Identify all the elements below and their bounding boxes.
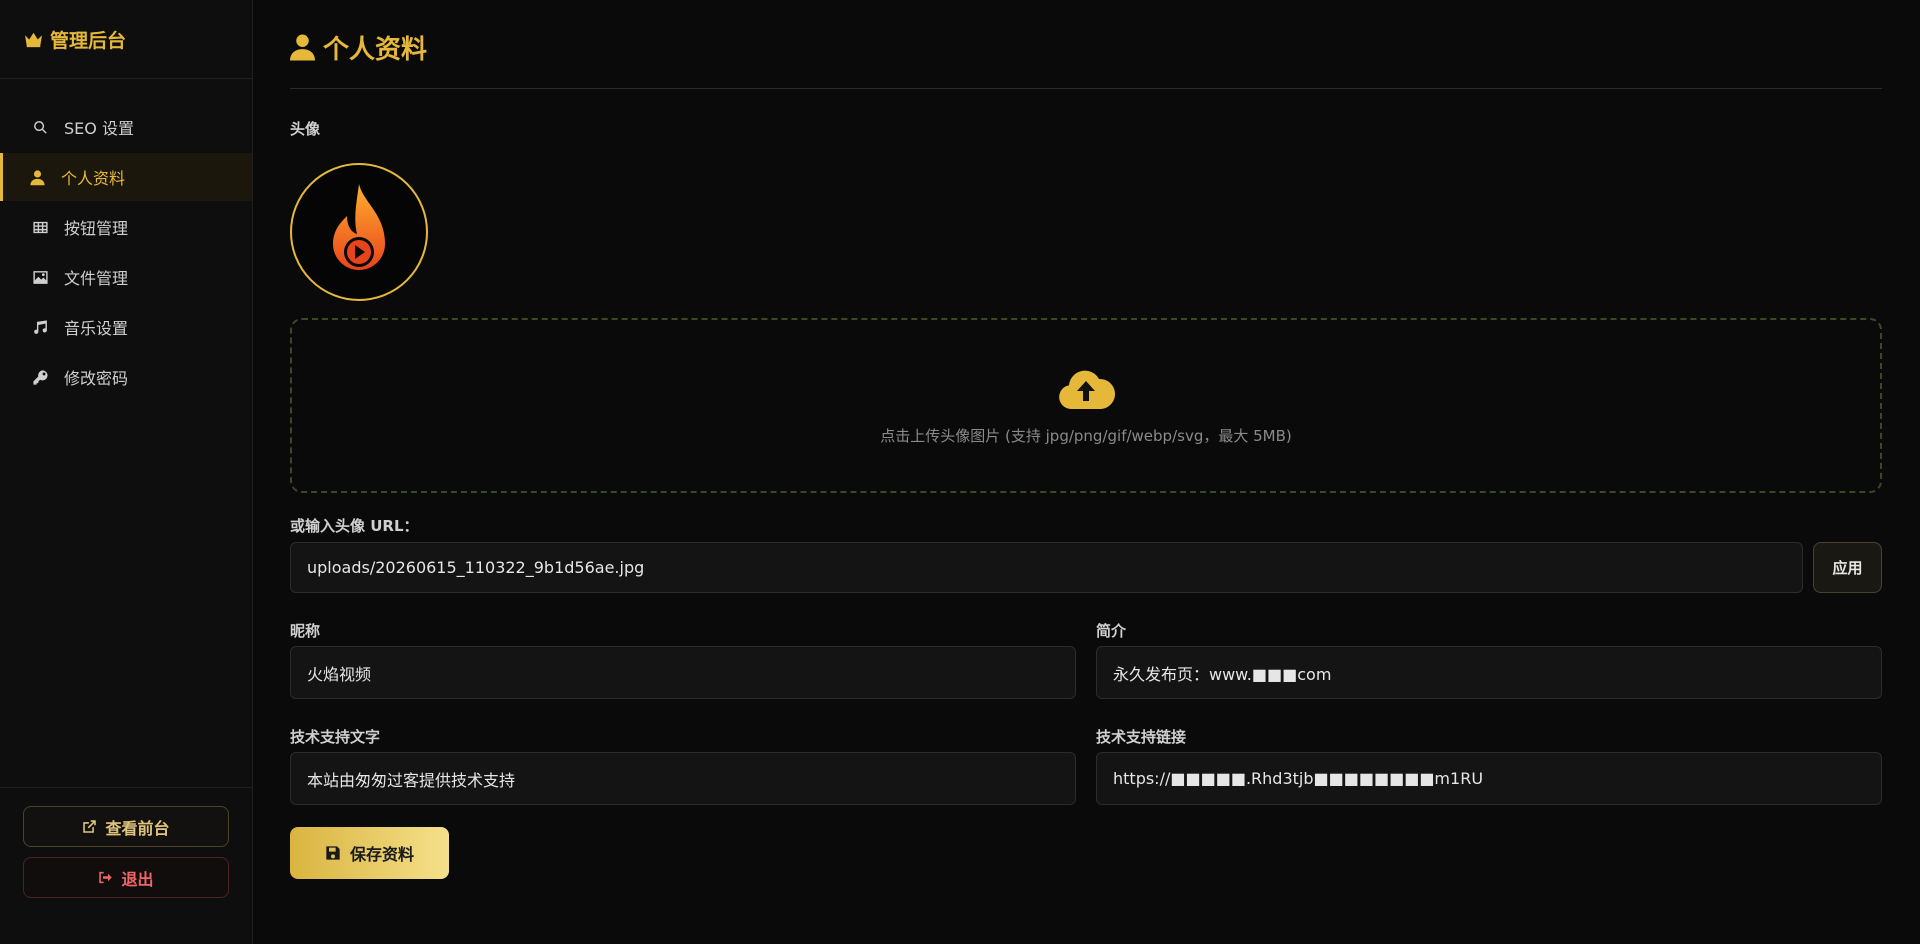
nickname-input[interactable]	[290, 646, 1076, 699]
cloud-upload-icon	[1059, 370, 1115, 409]
support-text-label: 技术支持文字	[290, 728, 381, 746]
key-icon	[32, 369, 49, 386]
crown-icon	[25, 32, 42, 47]
sidebar-item-buttons[interactable]: 按钮管理	[0, 203, 252, 251]
main-content: 个人资料 头像 点击上传头像图片 (支持 jpg/png/gif/webp/sv…	[290, 0, 1882, 879]
user-icon	[29, 169, 46, 186]
sidebar-item-music[interactable]: 音乐设置	[0, 303, 252, 351]
sidebar-item-seo[interactable]: SEO 设置	[0, 103, 252, 151]
bio-label: 简介	[1096, 622, 1127, 640]
brand: 管理后台	[0, 0, 252, 79]
user-icon	[290, 34, 315, 61]
sidebar-footer: 查看前台 退出	[0, 787, 252, 944]
avatar-upload-dropzone[interactable]: 点击上传头像图片 (支持 jpg/png/gif/webp/svg，最大 5MB…	[290, 318, 1882, 493]
save-icon	[326, 846, 340, 860]
nickname-label: 昵称	[290, 622, 321, 640]
apply-button[interactable]: 应用	[1813, 542, 1882, 593]
save-label: 保存资料	[349, 847, 414, 864]
view-front-button[interactable]: 查看前台	[23, 806, 229, 847]
sidebar-item-label: 音乐设置	[64, 319, 129, 338]
sidebar-item-files[interactable]: 文件管理	[0, 253, 252, 301]
sidebar-item-profile[interactable]: 个人资料	[0, 153, 252, 201]
upload-hint: 点击上传头像图片 (支持 jpg/png/gif/webp/svg，最大 5MB…	[880, 427, 1292, 445]
avatar-label: 头像	[290, 120, 321, 138]
sidebar-item-label: 个人资料	[61, 169, 126, 188]
support-text-input[interactable]	[290, 752, 1076, 805]
page-header: 个人资料	[290, 0, 1882, 89]
avatar-url-input[interactable]	[290, 542, 1803, 593]
sidebar: 管理后台 SEO 设置 个人资料 按钮管理 文件管理 音乐设置 修改密码 查看前…	[0, 0, 253, 944]
page-title: 个人资料	[323, 34, 428, 65]
logout-button[interactable]: 退出	[23, 857, 229, 898]
table-icon	[32, 219, 49, 236]
brand-title: 管理后台	[50, 29, 127, 52]
external-link-icon	[83, 820, 97, 833]
flame-logo-icon	[333, 184, 385, 270]
support-link-input[interactable]	[1096, 752, 1882, 805]
logout-icon	[99, 871, 113, 884]
sidebar-item-password[interactable]: 修改密码	[0, 353, 252, 401]
save-profile-button[interactable]: 保存资料	[290, 827, 449, 879]
sidebar-item-label: SEO 设置	[64, 119, 134, 138]
avatar-url-label: 或输入头像 URL：	[290, 517, 419, 535]
music-icon	[32, 319, 49, 336]
logout-label: 退出	[121, 869, 154, 889]
avatar	[290, 163, 428, 301]
sidebar-item-label: 修改密码	[64, 369, 129, 388]
support-link-label: 技术支持链接	[1096, 728, 1187, 746]
sidebar-item-label: 按钮管理	[64, 219, 129, 238]
image-icon	[32, 269, 49, 286]
search-icon	[32, 119, 49, 136]
view-front-label: 查看前台	[105, 818, 170, 838]
sidebar-nav: SEO 设置 个人资料 按钮管理 文件管理 音乐设置 修改密码	[0, 79, 252, 401]
sidebar-item-label: 文件管理	[64, 269, 129, 288]
bio-input[interactable]	[1096, 646, 1882, 699]
